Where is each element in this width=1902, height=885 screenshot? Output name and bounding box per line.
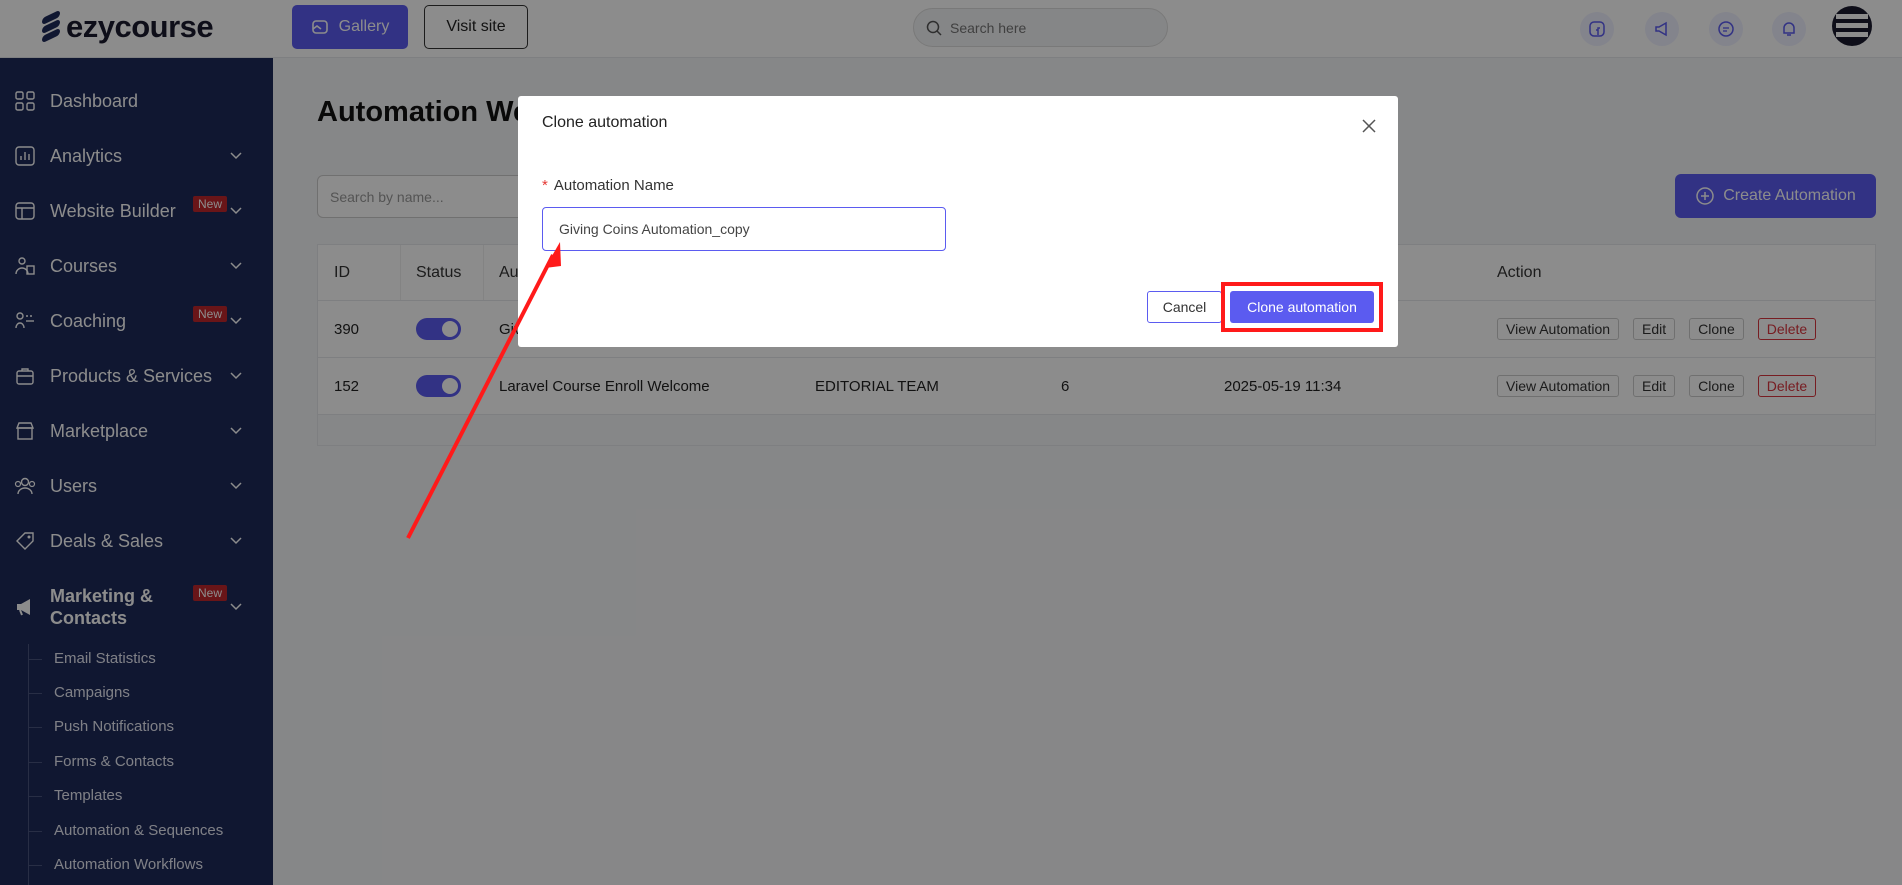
annotation-arrow (406, 242, 561, 539)
